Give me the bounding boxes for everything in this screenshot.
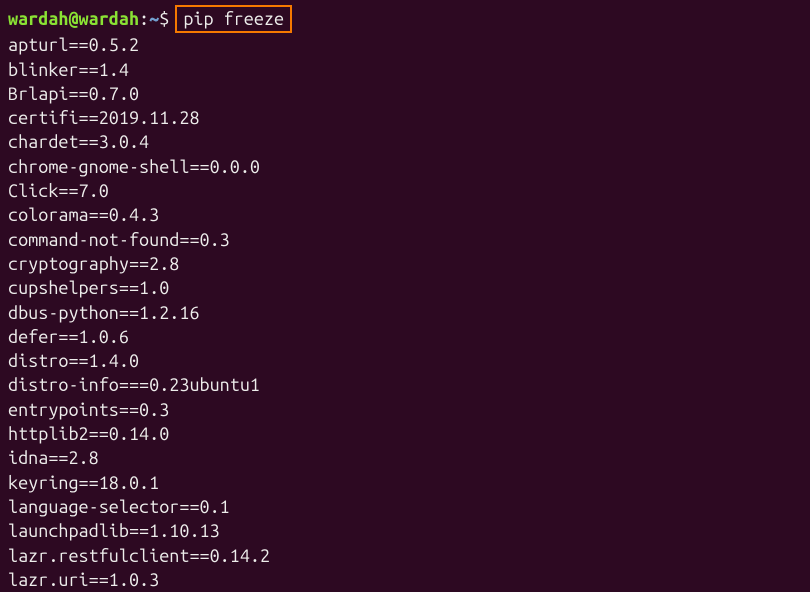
terminal-window[interactable]: wardah@wardah:~$ pip freeze apturl==0.5.… [8, 5, 802, 528]
output-line: colorama==0.4.3 [8, 203, 802, 227]
output-line: Brlapi==0.7.0 [8, 82, 802, 106]
prompt-line: wardah@wardah:~$ pip freeze [8, 5, 802, 33]
output-line: certifi==2019.11.28 [8, 106, 802, 130]
output-line: defer==1.0.6 [8, 325, 802, 349]
output-line: dbus-python==1.2.16 [8, 301, 802, 325]
prompt-dollar: $ [159, 7, 169, 31]
output-line: language-selector==0.1 [8, 495, 802, 519]
output-line: chrome-gnome-shell==0.0.0 [8, 155, 802, 179]
output-line: keyring==18.0.1 [8, 471, 802, 495]
prompt-colon: : [139, 7, 149, 31]
output-line: chardet==3.0.4 [8, 130, 802, 154]
output-line: lazr.uri==1.0.3 [8, 568, 802, 592]
output-line: blinker==1.4 [8, 58, 802, 82]
output-line: httplib2==0.14.0 [8, 422, 802, 446]
output-line: distro-info===0.23ubuntu1 [8, 373, 802, 397]
output-line: launchpadlib==1.10.13 [8, 519, 802, 543]
output-line: distro==1.4.0 [8, 349, 802, 373]
command-text: pip freeze [183, 9, 284, 29]
output-line: cryptography==2.8 [8, 252, 802, 276]
output-line: command-not-found==0.3 [8, 228, 802, 252]
output-line: apturl==0.5.2 [8, 33, 802, 57]
output-line: Click==7.0 [8, 179, 802, 203]
user-host: wardah@wardah [8, 7, 139, 31]
output-line: idna==2.8 [8, 446, 802, 470]
output-line: lazr.restfulclient==0.14.2 [8, 544, 802, 568]
output-line: entrypoints==0.3 [8, 398, 802, 422]
prompt-path: ~ [149, 7, 159, 31]
output-line: cupshelpers==1.0 [8, 276, 802, 300]
command-highlight-box: pip freeze [175, 5, 292, 33]
